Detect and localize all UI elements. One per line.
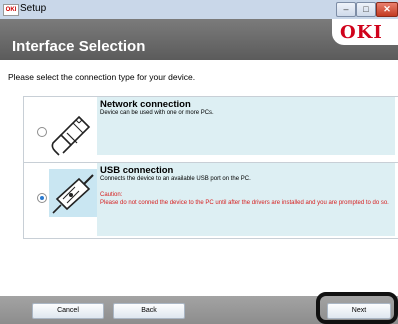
usb-radio[interactable] bbox=[37, 193, 47, 203]
close-icon: ✕ bbox=[383, 4, 391, 14]
logo-tab: OKI bbox=[332, 19, 398, 45]
network-radio[interactable] bbox=[37, 127, 47, 137]
network-option-title: Network connection bbox=[100, 99, 191, 110]
back-button[interactable]: Back bbox=[113, 303, 185, 319]
usb-option-title: USB connection bbox=[100, 165, 174, 176]
oki-logo: OKI bbox=[340, 22, 383, 43]
minimize-button[interactable]: – bbox=[336, 2, 356, 17]
usb-connection-option[interactable]: USB connection Connects the device to an… bbox=[23, 162, 398, 239]
minimize-icon: – bbox=[343, 4, 349, 14]
maximize-icon: □ bbox=[363, 4, 369, 14]
title-bar: OKI Setup – □ ✕ bbox=[0, 0, 398, 20]
usb-cable-icon bbox=[49, 169, 97, 217]
app-icon: OKI bbox=[3, 4, 19, 16]
usb-caution: Caution: Please do not conned the device… bbox=[100, 191, 392, 207]
close-button[interactable]: ✕ bbox=[376, 2, 398, 17]
network-info-panel: Network connection Device can be used wi… bbox=[97, 97, 395, 155]
network-option-description: Device can be used with one or more PCs. bbox=[100, 110, 214, 116]
cancel-button[interactable]: Cancel bbox=[32, 303, 104, 319]
maximize-button[interactable]: □ bbox=[356, 2, 376, 17]
caution-label: Caution: bbox=[100, 192, 123, 198]
caution-text: Please do not conned the device to the P… bbox=[100, 200, 389, 206]
network-connector-icon bbox=[49, 111, 97, 159]
page-title: Interface Selection bbox=[12, 38, 146, 55]
next-button[interactable]: Next bbox=[327, 303, 391, 319]
usb-option-description: Connects the device to an available USB … bbox=[100, 176, 251, 182]
instruction-text: Please select the connection type for yo… bbox=[8, 72, 196, 82]
usb-info-panel: USB connection Connects the device to an… bbox=[97, 163, 395, 236]
window-title: Setup bbox=[20, 3, 47, 14]
